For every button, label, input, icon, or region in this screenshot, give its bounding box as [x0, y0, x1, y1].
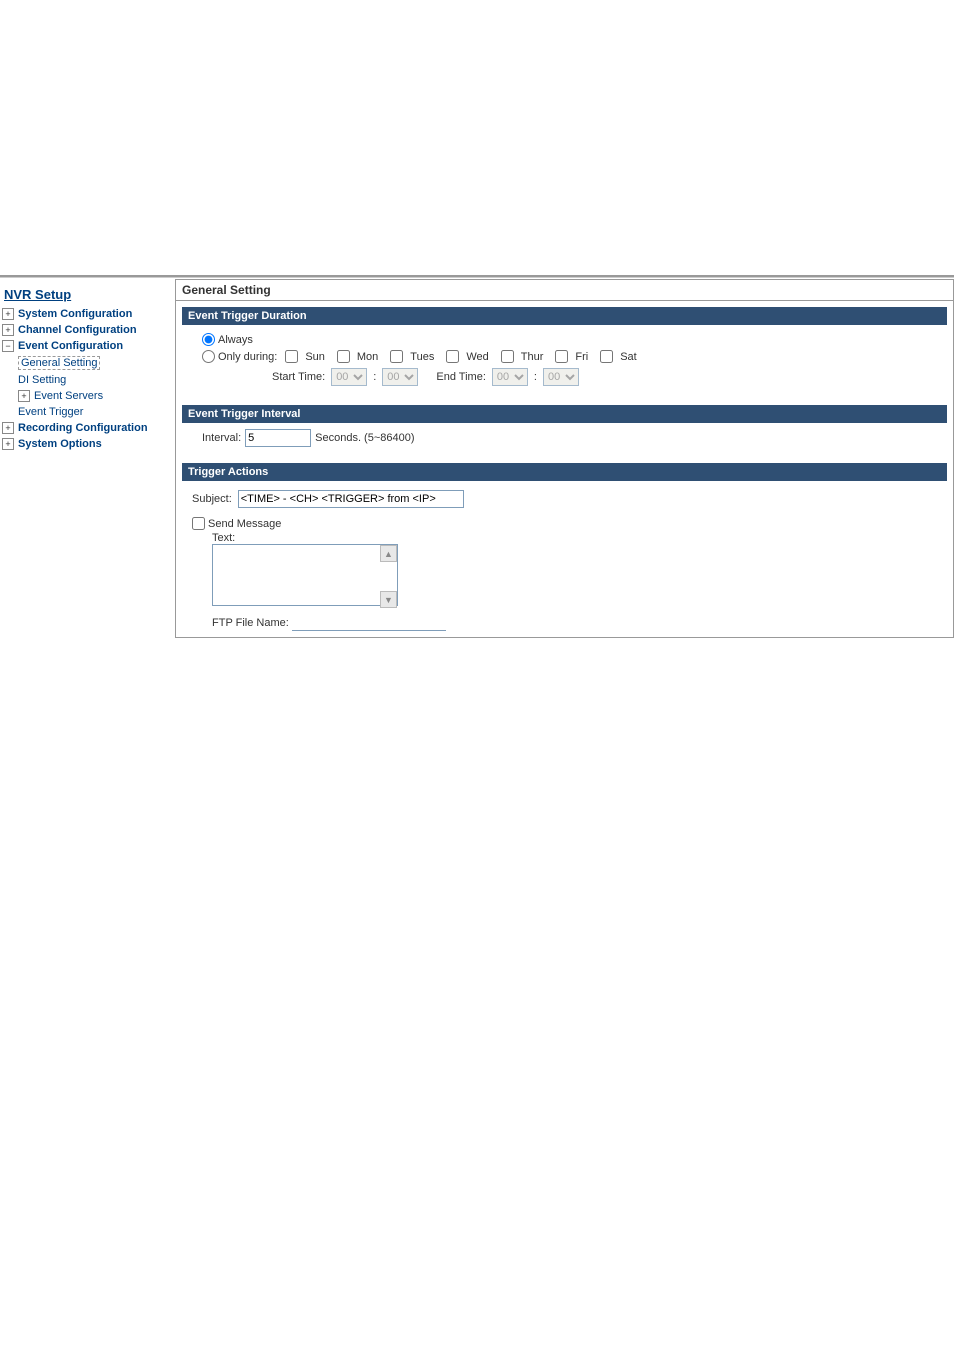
sidebar-item-label: Event Configuration: [18, 340, 123, 352]
end-time-label: End Time:: [436, 371, 486, 383]
sidebar-item-channel-configuration[interactable]: + Channel Configuration: [2, 322, 167, 338]
day-thur-checkbox[interactable]: [501, 350, 514, 363]
expand-icon[interactable]: +: [18, 390, 30, 402]
always-radio[interactable]: [202, 333, 215, 346]
only-during-row: Only during: Sun Mon Tues Wed Thur Fri S…: [202, 348, 941, 365]
scroll-down-icon[interactable]: ▼: [380, 591, 397, 608]
day-wed-checkbox[interactable]: [446, 350, 459, 363]
only-during-radio[interactable]: [202, 350, 215, 363]
start-time-label: Start Time:: [272, 371, 325, 383]
day-fri-checkbox[interactable]: [555, 350, 568, 363]
section-header: Event Trigger Interval: [182, 405, 947, 423]
scroll-up-icon[interactable]: ▲: [380, 545, 397, 562]
sidebar-item-event-servers[interactable]: + Event Servers: [18, 388, 167, 404]
expand-icon[interactable]: +: [2, 422, 14, 434]
sidebar-item-label: DI Setting: [18, 374, 66, 386]
message-text-textarea[interactable]: [212, 544, 398, 606]
sidebar: NVR Setup + System Configuration + Chann…: [0, 279, 167, 452]
expand-icon[interactable]: +: [2, 438, 14, 450]
ftp-filename-input[interactable]: [292, 613, 446, 631]
send-message-label: Send Message: [208, 518, 281, 530]
send-message-checkbox[interactable]: [192, 517, 205, 530]
sidebar-item-label: System Options: [18, 438, 102, 450]
sidebar-item-recording-configuration[interactable]: + Recording Configuration: [2, 420, 167, 436]
section-header: Trigger Actions: [182, 463, 947, 481]
start-hour-select[interactable]: 00: [331, 368, 367, 386]
day-sun-checkbox[interactable]: [285, 350, 298, 363]
sidebar-item-label: Event Trigger: [18, 406, 83, 418]
sidebar-item-di-setting[interactable]: DI Setting: [18, 372, 167, 388]
only-during-label: Only during:: [218, 351, 277, 363]
day-fri-label: Fri: [575, 351, 588, 363]
day-sat-label: Sat: [620, 351, 637, 363]
sidebar-item-system-configuration[interactable]: + System Configuration: [2, 306, 167, 322]
section-header: Event Trigger Duration: [182, 307, 947, 325]
interval-unit-label: Seconds. (5~86400): [315, 432, 414, 444]
sidebar-item-label: Recording Configuration: [18, 422, 148, 434]
sidebar-item-event-trigger[interactable]: Event Trigger: [18, 404, 167, 420]
sidebar-item-system-options[interactable]: + System Options: [2, 436, 167, 452]
subject-label: Subject:: [192, 493, 232, 505]
day-tues-label: Tues: [410, 351, 434, 363]
day-sun-label: Sun: [305, 351, 325, 363]
day-wed-label: Wed: [466, 351, 488, 363]
sidebar-item-event-configuration[interactable]: − Event Configuration: [2, 338, 167, 354]
day-mon-checkbox[interactable]: [337, 350, 350, 363]
event-trigger-interval-section: Event Trigger Interval Interval: Seconds…: [182, 405, 947, 453]
colon-label: :: [373, 371, 376, 383]
subject-input[interactable]: [238, 490, 464, 508]
end-min-select[interactable]: 00: [543, 368, 579, 386]
ftp-filename-label: FTP File Name:: [212, 617, 289, 629]
expand-icon[interactable]: +: [2, 324, 14, 336]
colon-label: :: [534, 371, 537, 383]
panel-title: General Setting: [176, 280, 953, 301]
interval-label: Interval:: [202, 432, 241, 444]
sidebar-item-label: Event Servers: [34, 390, 103, 402]
sidebar-item-label: System Configuration: [18, 308, 132, 320]
sidebar-item-label: General Setting: [18, 356, 100, 370]
general-setting-panel: General Setting Event Trigger Duration A…: [175, 279, 954, 638]
day-thur-label: Thur: [521, 351, 544, 363]
end-hour-select[interactable]: 00: [492, 368, 528, 386]
collapse-icon[interactable]: −: [2, 340, 14, 352]
day-sat-checkbox[interactable]: [600, 350, 613, 363]
always-row: Always: [202, 331, 941, 348]
event-trigger-duration-section: Event Trigger Duration Always Only durin…: [182, 307, 947, 395]
day-mon-label: Mon: [357, 351, 378, 363]
text-label: Text:: [212, 532, 941, 544]
start-min-select[interactable]: 00: [382, 368, 418, 386]
expand-icon[interactable]: +: [2, 308, 14, 320]
trigger-actions-section: Trigger Actions Subject: Send Message Te…: [182, 463, 947, 637]
sidebar-item-general-setting[interactable]: General Setting: [18, 354, 167, 372]
day-tues-checkbox[interactable]: [390, 350, 403, 363]
sidebar-title[interactable]: NVR Setup: [2, 283, 167, 306]
sidebar-item-label: Channel Configuration: [18, 324, 137, 336]
always-label: Always: [218, 334, 253, 346]
time-row: Start Time: 00 : 00 End Time: 00 : 00: [202, 365, 941, 389]
interval-input[interactable]: [245, 429, 311, 447]
